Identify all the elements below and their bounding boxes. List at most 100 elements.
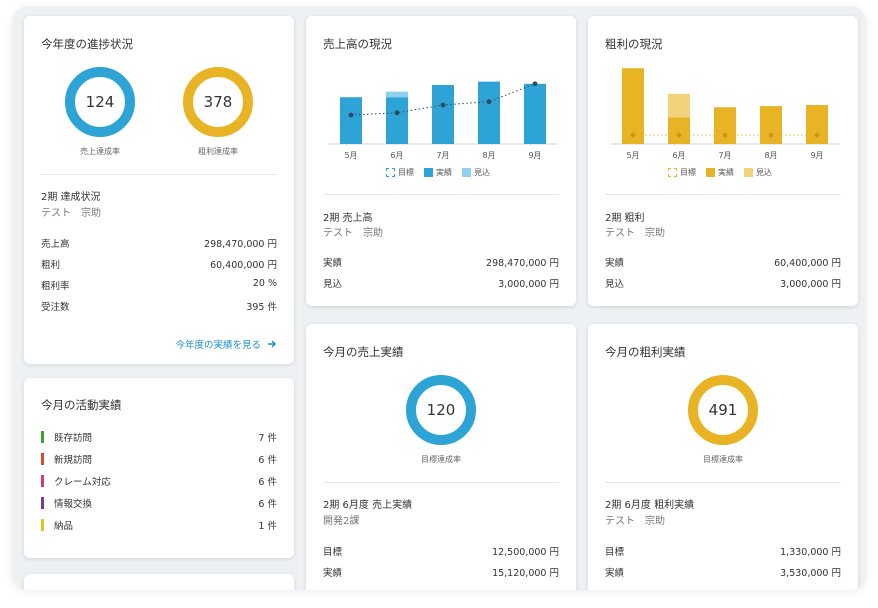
- divider: [605, 482, 841, 483]
- stat-row: 実績 15,120,000 円: [323, 565, 559, 579]
- bar-forecast: [386, 91, 408, 98]
- x-tick-label: 9月: [810, 151, 823, 160]
- target-point: [486, 99, 492, 105]
- activity-item: 情報交換: [41, 496, 92, 510]
- stat-row: 目標 1,330,000 円: [605, 544, 841, 558]
- legend-item-target: 目標: [386, 167, 414, 178]
- month-sales-rate-value: 120: [426, 401, 456, 419]
- x-tick-label: 8月: [764, 151, 777, 160]
- target-point: [814, 132, 820, 138]
- activity-item: クレーム対応: [41, 474, 111, 488]
- stat-label: 実績: [605, 568, 625, 579]
- month-profit-rate-caption: 目標達成率: [703, 455, 743, 464]
- legend-swatch: [462, 168, 471, 177]
- stat-value: 3,000,000 円: [498, 279, 559, 290]
- link-label: 今年度の実績を見る: [175, 340, 261, 351]
- stat-value: 298,470,000 円: [204, 239, 277, 250]
- bar-actual: [668, 117, 690, 144]
- stat-row: 粗利率 20 %: [41, 278, 277, 292]
- x-tick-label: 6月: [672, 151, 685, 160]
- profit-rate-value: 378: [203, 93, 233, 111]
- activity-color-bar: [41, 475, 44, 487]
- year-progress-card: 今年度の進捗状況 124 売上達成率 378 粗利達成率 2期 達成状況 テスト…: [24, 16, 294, 364]
- arrow-right-icon: [268, 340, 276, 348]
- activity-count: 1 件: [258, 521, 277, 532]
- card-title: 売上高の現況: [323, 37, 392, 51]
- activity-count: 6 件: [258, 477, 277, 488]
- stat-row: 実績 298,470,000 円: [323, 255, 559, 269]
- department-label: 開発2課: [323, 516, 360, 527]
- stat-label: 実績: [323, 258, 343, 269]
- x-tick-label: 9月: [528, 151, 541, 160]
- legend-label: 目標: [680, 168, 696, 177]
- card-title: 今月の売上実績: [323, 345, 404, 359]
- stat-row: 見込 3,000,000 円: [323, 276, 559, 290]
- bar-actual: [760, 106, 782, 144]
- x-tick-label: 5月: [344, 151, 357, 160]
- legend-item-actual: 実績: [706, 167, 734, 178]
- activity-count: 7 件: [258, 433, 277, 444]
- activity-count: 6 件: [258, 499, 277, 510]
- activity-item: 既存訪問: [41, 430, 92, 444]
- bar-actual: [622, 68, 644, 144]
- bar-actual: [386, 97, 408, 144]
- activity-color-bar: [41, 519, 44, 531]
- stat-label: 実績: [605, 258, 625, 269]
- legend-label: 目標: [398, 168, 414, 177]
- activity-label: 情報交換: [54, 499, 93, 510]
- activity-color-bar: [41, 497, 44, 509]
- month-profit-card: 今月の粗利実績 491 目標達成率 2期 6月度 粗利実績 テスト 宗助 目標 …: [588, 324, 858, 590]
- activity-label: 新規訪問: [54, 455, 93, 466]
- profit-status-card: 粗利の現況 5月 6月 7月 8月 9月 目標 実績 見込 2期 粗利 テスト 宗助 実…: [588, 16, 858, 306]
- profit-bar-chart: 5月 6月 7月 8月 9月: [610, 68, 840, 160]
- month-activity-card: 今月の活動実績 既存訪問 7 件 新規訪問 6 件 クレーム対応 6 件 情報交…: [24, 378, 294, 558]
- target-point: [768, 132, 774, 138]
- bar-actual: [524, 83, 546, 144]
- chart-legend: 目標 実績 見込: [668, 167, 772, 178]
- stat-label: 粗利: [41, 260, 61, 271]
- stat-value: 395 件: [246, 302, 277, 313]
- period-label: 2期 粗利: [605, 213, 645, 224]
- sales-bar-chart: 5月 6月 7月 8月 9月: [328, 81, 558, 160]
- person-label: テスト 宗助: [41, 208, 101, 219]
- stat-row: 売上高 298,470,000 円: [41, 236, 277, 250]
- legend-label: 実績: [718, 168, 734, 177]
- sales-rate-value: 124: [85, 93, 115, 111]
- stat-value: 3,000,000 円: [780, 279, 841, 290]
- target-point: [532, 81, 538, 87]
- legend-swatch: [386, 168, 395, 177]
- bar-actual: [340, 97, 362, 144]
- dashboard-frame: 今年度の進捗状況 124 売上達成率 378 粗利達成率 2期 達成状況 テスト…: [12, 6, 866, 590]
- stat-label: 売上高: [41, 239, 70, 250]
- period-label: 2期 達成状況: [41, 192, 101, 203]
- stat-value: 15,120,000 円: [492, 568, 559, 579]
- stat-value: 298,470,000 円: [486, 258, 559, 269]
- sales-rate-donut: 124: [64, 66, 136, 138]
- stat-value: 60,400,000 円: [774, 258, 841, 269]
- month-sales-rate-caption: 目標達成率: [421, 455, 461, 464]
- stat-row: 実績 60,400,000 円: [605, 255, 841, 269]
- stat-value: 1,330,000 円: [780, 547, 841, 558]
- x-tick-label: 6月: [390, 151, 403, 160]
- card-title: 今年度の進捗状況: [41, 37, 133, 51]
- target-point: [440, 102, 446, 108]
- legend-swatch: [668, 168, 677, 177]
- view-year-results-link[interactable]: 今年度の実績を見る: [175, 337, 277, 351]
- period-label: 2期 6月度 粗利実績: [605, 500, 695, 511]
- sales-rate-caption: 売上達成率: [80, 147, 120, 156]
- stat-row: 見込 3,000,000 円: [605, 276, 841, 290]
- stat-label: 粗利率: [41, 281, 70, 292]
- month-profit-rate-value: 491: [708, 401, 738, 419]
- month-sales-donut: 120: [405, 374, 477, 446]
- activity-label: クレーム対応: [54, 477, 111, 488]
- legend-item-forecast: 見込: [462, 167, 490, 178]
- legend-label: 見込: [474, 168, 490, 177]
- stat-label: 実績: [323, 568, 343, 579]
- person-label: テスト 宗助: [323, 228, 383, 239]
- activity-count: 6 件: [258, 455, 277, 466]
- legend-swatch: [424, 168, 433, 177]
- card-title: 今月の粗利実績: [605, 345, 686, 359]
- legend-label: 実績: [436, 168, 452, 177]
- target-point: [394, 110, 400, 116]
- profit-rate-donut: 378: [182, 66, 254, 138]
